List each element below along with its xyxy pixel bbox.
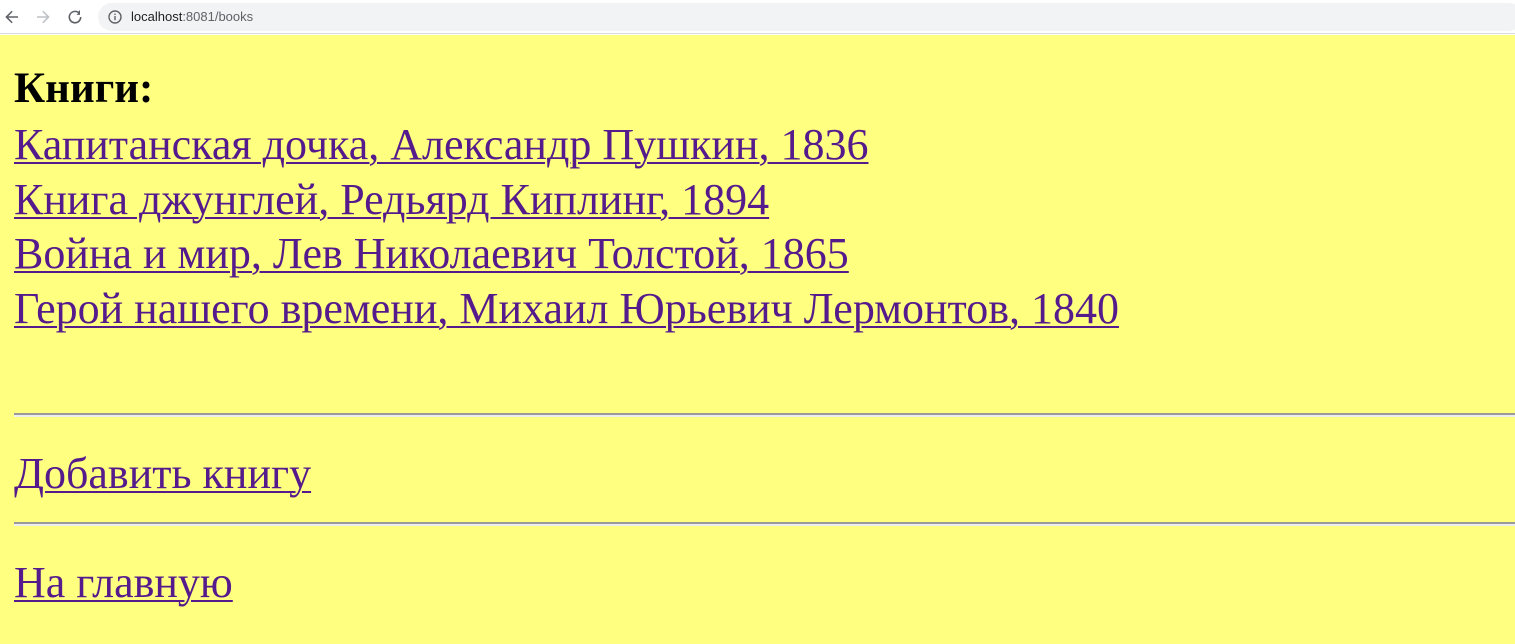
reload-icon: [68, 10, 82, 24]
address-bar[interactable]: localhost:8081/books: [98, 3, 1515, 31]
url-text[interactable]: localhost:8081/books: [131, 8, 253, 26]
add-book-link[interactable]: Добавить книгу: [14, 449, 311, 499]
book-link[interactable]: Герой нашего времени, Михаил Юрьевич Лер…: [14, 282, 1119, 337]
book-link[interactable]: Война и мир, Лев Николаевич Толстой, 186…: [14, 227, 849, 282]
back-arrow-icon: [5, 10, 18, 24]
info-icon[interactable]: [108, 10, 122, 24]
url-path: :8081/books: [182, 9, 254, 24]
forward-arrow-icon: [37, 10, 50, 24]
divider: [14, 522, 1515, 526]
book-list: Капитанская дочка, Александр Пушкин, 183…: [14, 118, 1494, 336]
home-link[interactable]: На главную: [14, 558, 233, 608]
forward-button[interactable]: [31, 5, 55, 29]
page-title: Книги:: [14, 65, 154, 112]
reload-button[interactable]: [63, 5, 87, 29]
book-link[interactable]: Капитанская дочка, Александр Пушкин, 183…: [14, 118, 868, 173]
back-button[interactable]: [0, 5, 24, 29]
page-content: Книги: Капитанская дочка, Александр Пушк…: [0, 35, 1515, 644]
browser-toolbar: localhost:8081/books: [0, 0, 1515, 34]
book-link[interactable]: Книга джунглей, Редьярд Киплинг, 1894: [14, 173, 769, 228]
divider: [14, 413, 1515, 417]
url-host: localhost: [131, 9, 183, 24]
